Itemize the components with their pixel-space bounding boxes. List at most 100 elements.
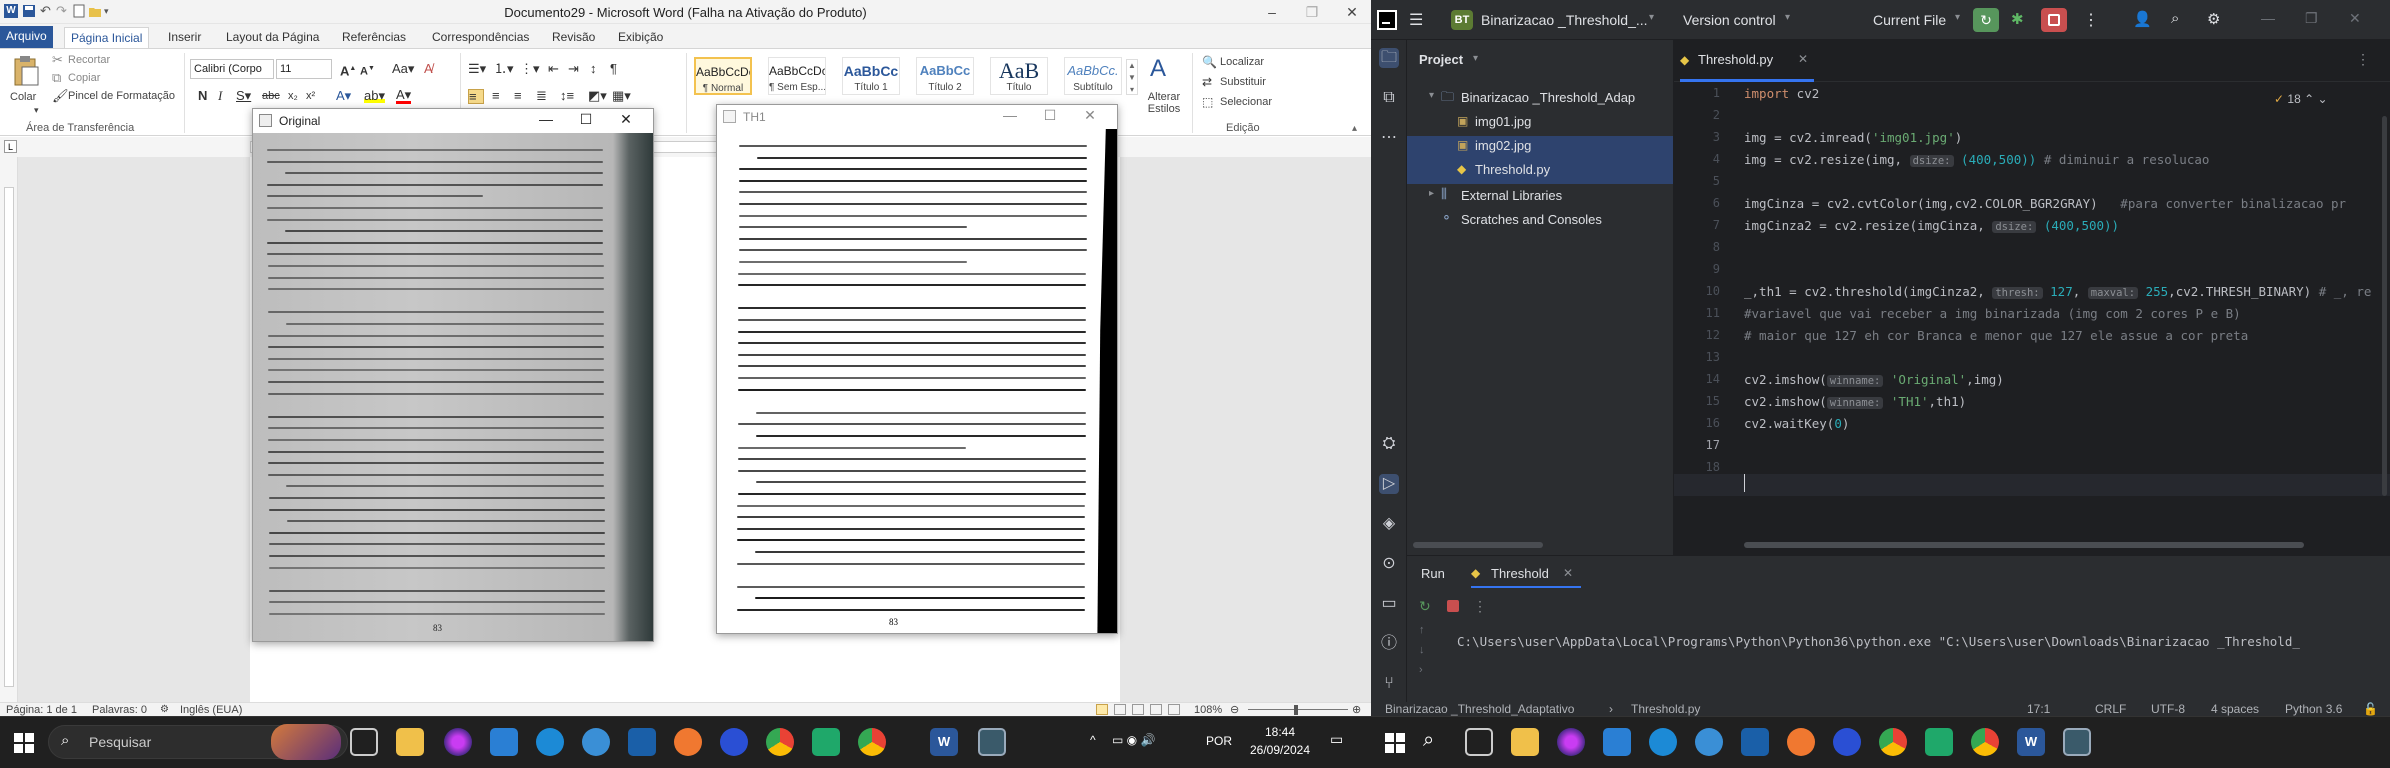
prev-warning-icon[interactable]: ⌃: [2304, 92, 2314, 106]
tab-correspondencias[interactable]: Correspondências: [426, 27, 535, 48]
style-titulo-1[interactable]: AaBbCc Título 1: [842, 57, 900, 95]
python-window-icon[interactable]: [2063, 728, 2091, 756]
rerun-icon[interactable]: ↻: [1973, 8, 1999, 32]
lock-icon[interactable]: 🔓: [2363, 702, 2378, 716]
app-icon[interactable]: [444, 728, 472, 756]
sort-icon[interactable]: ↕: [590, 62, 597, 76]
find-button[interactable]: Localizar: [1220, 56, 1264, 68]
app-icon-2[interactable]: [536, 728, 564, 756]
close-tab-icon[interactable]: ✕: [1798, 52, 1808, 66]
collapse-ribbon-icon[interactable]: ▴: [1352, 123, 1357, 134]
main-menu-icon[interactable]: ☰: [1409, 10, 1423, 30]
close-button[interactable]: ✕: [2349, 10, 2361, 27]
run-config-select[interactable]: Current File: [1873, 12, 1946, 28]
tab-revisao[interactable]: Revisão: [546, 27, 601, 48]
align-center-icon[interactable]: ≡: [492, 89, 500, 103]
tree-file-threshold[interactable]: Threshold.py: [1475, 162, 1550, 177]
paste-icon[interactable]: [10, 53, 42, 89]
app-icon-3[interactable]: [582, 728, 610, 756]
vscode-icon[interactable]: [1603, 728, 1631, 756]
project-folder-icon[interactable]: 🗀: [1379, 48, 1399, 68]
search-icon[interactable]: ⌕: [2171, 10, 2179, 27]
page-count[interactable]: Página: 1 de 1: [6, 703, 77, 716]
breadcrumb-file[interactable]: Threshold.py: [1631, 702, 1700, 716]
project-badge[interactable]: BT: [1451, 10, 1473, 30]
indent-setting[interactable]: 4 spaces: [2211, 702, 2259, 716]
tab-inserir[interactable]: Inserir: [162, 27, 207, 48]
file-explorer-icon[interactable]: [396, 728, 424, 756]
font-size-box[interactable]: 11: [276, 59, 332, 79]
proofing-icon[interactable]: ⚙: [160, 703, 169, 716]
console-output[interactable]: C:\Users\user\AppData\Local\Programs\Pyt…: [1457, 634, 2300, 649]
python-console-icon[interactable]: ⊙: [1379, 554, 1399, 574]
editor-vertical-scrollbar[interactable]: [2382, 116, 2387, 496]
tab-layout-da-pagina[interactable]: Layout da Página: [220, 27, 325, 48]
account-icon[interactable]: 👤: [2133, 10, 2152, 28]
close-button[interactable]: ✕: [1075, 107, 1105, 124]
close-run-tab-icon[interactable]: ✕: [1563, 566, 1573, 580]
chrome-profile-icon[interactable]: [858, 728, 886, 756]
more-actions-icon[interactable]: ⋮: [2083, 10, 2099, 30]
shading-icon[interactable]: ◩▾: [588, 89, 607, 103]
minimize-button[interactable]: —: [531, 111, 561, 127]
minimize-button[interactable]: —: [995, 107, 1025, 123]
zoom-slider-thumb[interactable]: [1294, 705, 1298, 715]
change-styles-button[interactable]: Alterar Estilos: [1142, 91, 1186, 115]
print-layout-icon[interactable]: [1096, 704, 1108, 715]
vscode-icon[interactable]: [490, 728, 518, 756]
close-button[interactable]: ✕: [611, 111, 641, 128]
services-icon[interactable]: ◈: [1379, 514, 1399, 534]
subscript-icon[interactable]: x₂: [288, 89, 298, 103]
stop-icon[interactable]: [1447, 600, 1459, 612]
expand-chevron-icon[interactable]: ▾: [1429, 90, 1434, 101]
run-config-chevron-icon[interactable]: ▾: [1955, 12, 1960, 23]
task-view-icon[interactable]: [1465, 728, 1493, 756]
increase-indent-icon[interactable]: ⇥: [568, 62, 579, 76]
replace-button[interactable]: Substituir: [1220, 76, 1266, 88]
word-taskbar-icon[interactable]: W: [2017, 728, 2045, 756]
input-language[interactable]: POR: [1206, 734, 1232, 748]
tab-options-icon[interactable]: ⋮: [2356, 51, 2370, 68]
change-case-icon[interactable]: Aa▾: [392, 62, 414, 76]
select-button[interactable]: Selecionar: [1220, 96, 1272, 108]
app-icon[interactable]: [1557, 728, 1585, 756]
app-icon-4[interactable]: [1741, 728, 1769, 756]
settings-gear-icon[interactable]: ⚙: [2207, 10, 2220, 28]
next-warning-icon[interactable]: ⌄: [2318, 92, 2328, 106]
highlight-icon[interactable]: ab▾: [364, 89, 385, 103]
tab-referencias[interactable]: Referências: [336, 27, 412, 48]
caret-position[interactable]: 17:1: [2027, 702, 2050, 716]
outline-icon[interactable]: [1150, 704, 1162, 715]
python-window-icon[interactable]: [978, 728, 1006, 756]
python-packages-icon[interactable]: ⛭: [1379, 434, 1399, 454]
justify-icon[interactable]: ≣: [536, 89, 547, 103]
style-sem-espacamento[interactable]: AaBbCcDc ¶ Sem Esp...: [768, 57, 826, 95]
minimize-button[interactable]: –: [1252, 0, 1292, 24]
app-icon-7[interactable]: [1925, 728, 1953, 756]
notifications-icon[interactable]: ▭: [1330, 731, 1343, 748]
tree-scratches[interactable]: Scratches and Consoles: [1461, 212, 1602, 227]
more-tools-icon[interactable]: ⋯: [1379, 128, 1399, 148]
structure-icon[interactable]: ⧉: [1379, 88, 1399, 108]
line-spacing-icon[interactable]: ↕≡: [560, 89, 574, 103]
strikethrough-icon[interactable]: abc: [262, 89, 280, 103]
superscript-icon[interactable]: x²: [306, 89, 315, 103]
terminal-icon[interactable]: ▭: [1379, 594, 1399, 614]
language[interactable]: Inglês (EUA): [180, 703, 242, 716]
editor-horizontal-scrollbar[interactable]: [1744, 542, 2304, 548]
restore-button[interactable]: ❐: [1292, 0, 1332, 24]
app-icon-5[interactable]: [674, 728, 702, 756]
run-tool-icon[interactable]: ▷: [1379, 474, 1399, 494]
paste-dropdown-icon[interactable]: ▾: [34, 105, 39, 116]
original-image-window[interactable]: Original — ☐ ✕ 83: [252, 108, 654, 642]
copy-button[interactable]: Copiar: [68, 72, 100, 84]
restore-button[interactable]: ❐: [2305, 10, 2318, 27]
tree-external-libraries[interactable]: External Libraries: [1461, 188, 1562, 203]
close-button[interactable]: ✕: [1332, 0, 1371, 24]
word-count[interactable]: Palavras: 0: [92, 703, 147, 716]
app-icon-6[interactable]: [720, 728, 748, 756]
app-icon-3[interactable]: [1695, 728, 1723, 756]
scroll-down-icon[interactable]: ↓: [1419, 644, 1425, 656]
font-name-box[interactable]: Calibri (Corpo: [190, 59, 274, 79]
zoom-in-icon[interactable]: ⊕: [1352, 703, 1361, 716]
